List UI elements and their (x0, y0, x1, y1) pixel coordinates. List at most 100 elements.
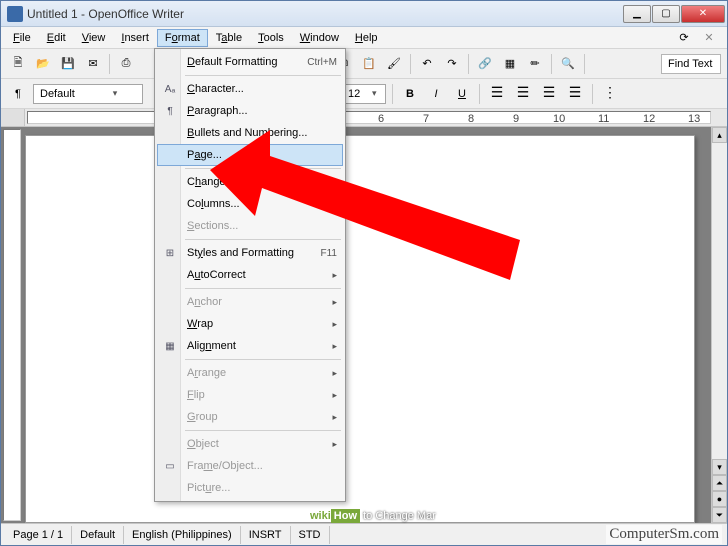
window-controls: ▁ ▢ ✕ (623, 5, 725, 23)
scroll-down-icon[interactable]: ▾ (712, 459, 727, 475)
menu-insert[interactable]: Insert (113, 29, 157, 47)
menu-autocorrect[interactable]: AutoCorrect▸ (157, 264, 343, 286)
hyperlink-icon[interactable]: 🔗 (474, 53, 496, 75)
menu-view[interactable]: View (74, 29, 114, 47)
menu-frame-object: ▭ Frame/Object... (157, 455, 343, 477)
menu-object: Object▸ (157, 433, 343, 455)
redo-icon[interactable]: ↷ (441, 53, 463, 75)
wikihow-watermark: wikiHow to Change Mar (310, 506, 436, 522)
menu-paragraph[interactable]: ¶ Paragraph... (157, 100, 343, 122)
submenu-arrow-icon: ▸ (332, 390, 337, 401)
menu-group: Group▸ (157, 406, 343, 428)
menu-format[interactable]: Format (157, 29, 208, 47)
status-insert-mode[interactable]: INSRT (241, 526, 291, 544)
menu-picture: Picture... (157, 477, 343, 499)
italic-button[interactable]: I (425, 83, 447, 105)
menu-change-case[interactable]: Change Case▸ (157, 171, 343, 193)
find-icon[interactable]: 🔍 (557, 53, 579, 75)
submenu-arrow-icon: ▸ (332, 439, 337, 450)
ruler-row: 6 7 8 9 10 11 12 13 (1, 109, 727, 127)
menu-help[interactable]: Help (347, 29, 386, 47)
titlebar: Untitled 1 - OpenOffice Writer ▁ ▢ ✕ (1, 1, 727, 27)
format-paint-icon[interactable]: 🖌 (383, 53, 405, 75)
more-icon[interactable]: ⋮ (599, 83, 621, 105)
submenu-arrow-icon: ▸ (332, 412, 337, 423)
frame-icon: ▭ (162, 458, 178, 474)
vertical-scrollbar[interactable]: ▴ ▾ ⏶ ● ⏷ (711, 127, 727, 523)
prev-page-icon[interactable]: ⏶ (712, 475, 727, 491)
submenu-arrow-icon: ▸ (332, 177, 337, 188)
find-text-box[interactable]: Find Text (661, 54, 721, 74)
horizontal-ruler[interactable]: 6 7 8 9 10 11 12 13 (27, 111, 711, 124)
styles-icon: ⊞ (162, 245, 178, 261)
app-window: Untitled 1 - OpenOffice Writer ▁ ▢ ✕ Fil… (0, 0, 728, 546)
menu-bullets-numbering[interactable]: Bullets and Numbering... (157, 122, 343, 144)
menu-styles-formatting[interactable]: ⊞ Styles and Formatting F11 (157, 242, 343, 264)
menu-default-formatting[interactable]: Default Formatting Ctrl+M (157, 51, 343, 73)
vertical-ruler[interactable] (3, 129, 21, 521)
save-icon[interactable]: 💾 (57, 53, 79, 75)
email-icon[interactable]: ✉ (82, 53, 104, 75)
menu-sections: Sections... (157, 215, 343, 237)
scroll-track[interactable] (712, 143, 727, 459)
nav-icon[interactable]: ● (712, 491, 727, 507)
submenu-arrow-icon: ▸ (332, 319, 337, 330)
open-icon[interactable]: 📂 (32, 53, 54, 75)
site-watermark: ComputerSm.com (606, 525, 722, 544)
standard-toolbar: 🗎 📂 💾 ✉ ⎙ ⧉ 📋 🖌 ↶ ↷ 🔗 ▦ ✏ 🔍 Find Text (1, 49, 727, 79)
menu-table[interactable]: Table (208, 29, 250, 47)
menu-flip: Flip▸ (157, 384, 343, 406)
chevron-down-icon: ▾ (90, 88, 140, 99)
minimize-button[interactable]: ▁ (623, 5, 651, 23)
menu-columns[interactable]: Columns... (157, 193, 343, 215)
status-selection-mode[interactable]: STD (291, 526, 330, 544)
status-page[interactable]: Page 1 / 1 (5, 526, 72, 544)
submenu-arrow-icon: ▸ (332, 297, 337, 308)
document-close-icon[interactable]: ✕ (701, 30, 717, 46)
align-right-button[interactable]: ☰ (538, 83, 560, 105)
paragraph-icon: ¶ (162, 103, 178, 119)
menu-wrap[interactable]: Wrap▸ (157, 313, 343, 335)
font-size-combo[interactable]: 12 ▾ (341, 84, 386, 104)
styles-icon[interactable]: ¶ (7, 83, 29, 105)
underline-button[interactable]: U (451, 83, 473, 105)
menu-character[interactable]: Aₐ Character... (157, 78, 343, 100)
menubar: File Edit View Insert Format Table Tools… (1, 27, 727, 49)
status-language[interactable]: English (Philippines) (124, 526, 241, 544)
undo-icon[interactable]: ↶ (416, 53, 438, 75)
app-icon (7, 6, 23, 22)
new-doc-icon[interactable]: 🗎 (7, 53, 29, 75)
alignment-icon: ▦ (162, 338, 178, 354)
menu-tools[interactable]: Tools (250, 29, 292, 47)
update-icon[interactable]: ⟳ (673, 27, 695, 49)
format-menu-dropdown: Default Formatting Ctrl+M Aₐ Character..… (154, 48, 346, 502)
paste-icon[interactable]: 📋 (358, 53, 380, 75)
menu-edit[interactable]: Edit (39, 29, 74, 47)
menu-alignment[interactable]: ▦ Alignment▸ (157, 335, 343, 357)
close-button[interactable]: ✕ (681, 5, 725, 23)
maximize-button[interactable]: ▢ (652, 5, 680, 23)
pdf-icon[interactable]: ⎙ (115, 53, 137, 75)
menu-file[interactable]: File (5, 29, 39, 47)
submenu-arrow-icon: ▸ (332, 368, 337, 379)
paragraph-style-combo[interactable]: Default ▾ (33, 84, 143, 104)
menu-anchor: Anchor▸ (157, 291, 343, 313)
align-left-button[interactable]: ☰ (486, 83, 508, 105)
next-page-icon[interactable]: ⏷ (712, 507, 727, 523)
align-center-button[interactable]: ☰ (512, 83, 534, 105)
table-icon[interactable]: ▦ (499, 53, 521, 75)
page[interactable] (25, 135, 695, 523)
status-style[interactable]: Default (72, 526, 124, 544)
bold-button[interactable]: B (399, 83, 421, 105)
menu-window[interactable]: Window (292, 29, 347, 47)
align-justify-button[interactable]: ☰ (564, 83, 586, 105)
format-toolbar: ¶ Default ▾ 12 ▾ B I U ☰ ☰ ☰ ☰ ⋮ (1, 79, 727, 109)
window-title: Untitled 1 - OpenOffice Writer (27, 7, 623, 21)
scroll-up-icon[interactable]: ▴ (712, 127, 727, 143)
character-icon: Aₐ (162, 81, 178, 97)
menu-page[interactable]: Page... (157, 144, 343, 166)
font-size-value: 12 (348, 88, 366, 100)
submenu-arrow-icon: ▸ (332, 270, 337, 281)
show-draw-icon[interactable]: ✏ (524, 53, 546, 75)
submenu-arrow-icon: ▸ (332, 341, 337, 352)
